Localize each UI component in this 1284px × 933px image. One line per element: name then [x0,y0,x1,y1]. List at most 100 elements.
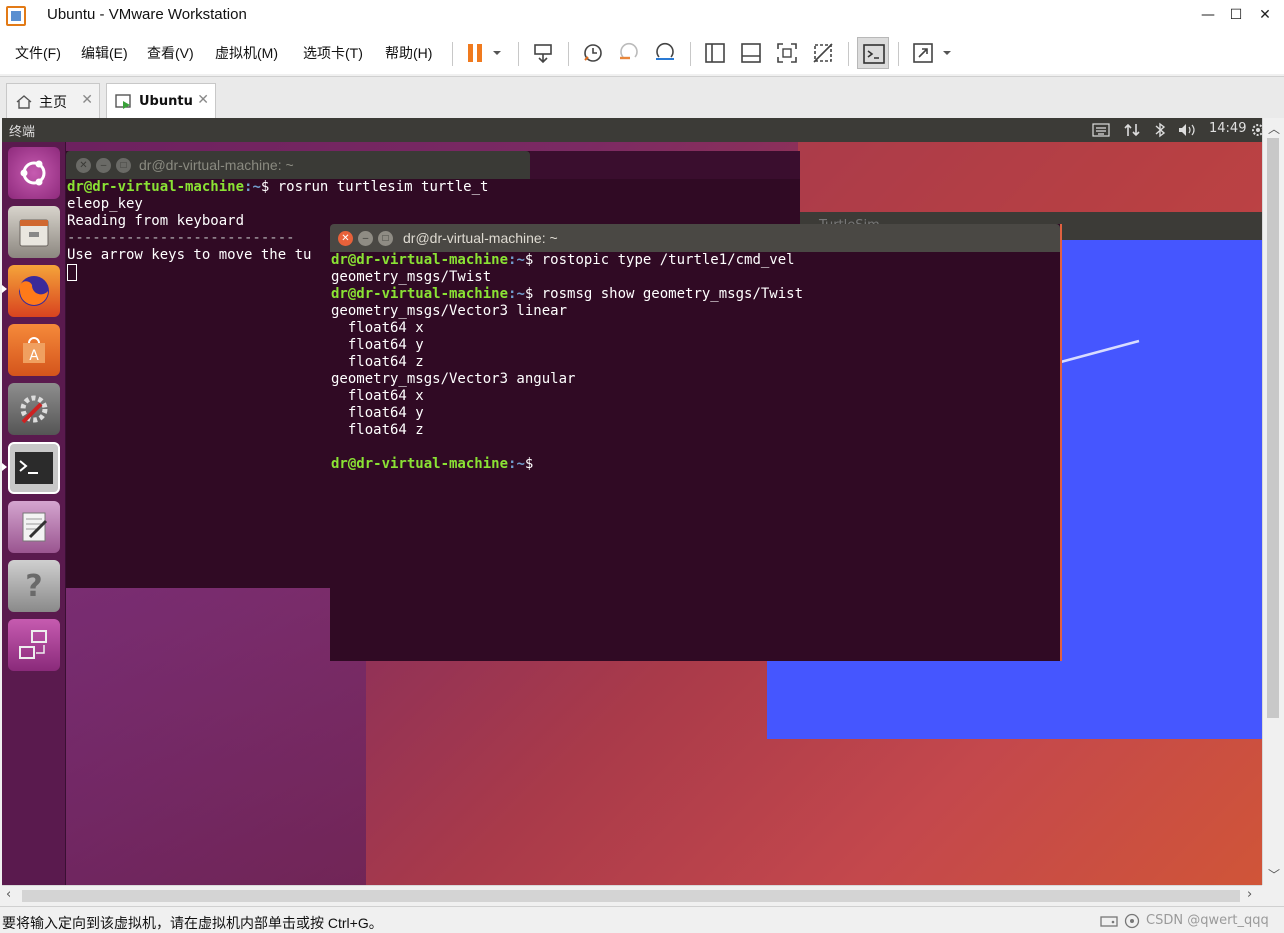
terminal-title: dr@dr-virtual-machine: ~ [403,230,558,246]
thumbnail-bar-icon[interactable] [738,40,764,66]
menu-file[interactable]: 文件(F) [15,43,61,63]
tab-home-label: 主页 [39,94,67,111]
terminal-line: geometry_msgs/Twist [331,269,492,285]
menu-view[interactable]: 查看(V) [147,43,194,63]
terminal-line: dr@dr-virtual-machine:~$ rosrun turtlesi… [67,179,489,195]
software-center-icon[interactable]: A [8,324,60,376]
snapshot-manager-icon[interactable] [652,40,678,66]
close-window-button[interactable]: ✕ [76,158,91,173]
tab-ubuntu[interactable]: Ubuntu ✕ [106,83,216,119]
terminal-line: Use arrow keys to move the tu [67,247,312,263]
menu-vm[interactable]: 虚拟机(M) [215,43,278,63]
fullscreen-icon[interactable] [774,40,800,66]
scroll-up-icon[interactable]: ︿ [1268,120,1280,137]
volume-icon[interactable] [1177,122,1197,138]
terminal-line: dr@dr-virtual-machine:~$ rosmsg show geo… [331,286,804,302]
scroll-left-icon[interactable]: ‹ [6,887,11,902]
system-settings-icon[interactable] [8,383,60,435]
running-app-indicator [2,285,7,293]
terminal-icon[interactable] [8,442,60,494]
unity-launcher: A ? [2,142,66,885]
console-view-toggle[interactable] [857,37,889,69]
network-icon[interactable] [1124,122,1140,138]
unity-mode-icon[interactable] [810,40,836,66]
maximize-window-button[interactable]: □ [116,158,131,173]
toolbar-divider [690,42,691,66]
hard-disk-icon[interactable] [1100,913,1118,929]
workspace-switcher-icon[interactable] [8,619,60,671]
terminal-line: float64 z [331,354,424,370]
help-icon[interactable]: ? [8,560,60,612]
scrollbar-thumb[interactable] [22,890,1240,902]
menu-edit[interactable]: 编辑(E) [81,43,128,63]
watermark: CSDN @qwert_qqq [1146,913,1269,928]
window-title: Ubuntu - VMware Workstation [47,6,247,23]
show-library-icon[interactable] [702,40,728,66]
terminal-window-ros[interactable]: ✕ – □ dr@dr-virtual-machine: ~ dr@dr-vir… [330,224,1062,661]
terminal-line: float64 z [331,422,424,438]
close-window-button[interactable]: ✕ [338,231,353,246]
running-app-indicator [2,463,7,471]
ubuntu-dash-icon[interactable] [8,147,60,199]
close-button[interactable]: ✕ [1251,2,1279,28]
keyboard-icon[interactable] [1092,123,1110,137]
ubuntu-top-panel: 终端 14:49 [2,118,1262,142]
terminal-cursor [67,264,77,281]
terminal-line: float64 y [331,337,424,353]
terminal-line: float64 x [331,320,424,336]
terminal-title-bar: ✕ – □ dr@dr-virtual-machine: ~ [330,224,1060,252]
terminal-output[interactable]: dr@dr-virtual-machine:~$ rostopic type /… [331,252,1059,661]
tab-ubuntu-label: Ubuntu [139,94,193,109]
home-icon [16,94,32,109]
menu-tabs[interactable]: 选项卡(T) [303,43,363,63]
menu-help[interactable]: 帮助(H) [385,43,432,63]
bluetooth-icon[interactable] [1154,122,1166,138]
cd-dvd-icon[interactable] [1124,913,1140,929]
minimize-window-button[interactable]: – [96,158,111,173]
terminal-line: float64 x [331,388,424,404]
minimize-window-button[interactable]: – [358,231,373,246]
console-icon [863,44,885,64]
firefox-icon[interactable] [8,265,60,317]
toolbar-divider [518,42,519,66]
tab-bar: 主页 ✕ Ubuntu ✕ [0,76,1284,119]
vm-icon [115,93,131,109]
stretch-dropdown-icon[interactable] [940,40,954,66]
files-icon[interactable] [8,206,60,258]
terminal-title-bar: ✕ – □ dr@dr-virtual-machine: ~ [66,151,530,179]
horizontal-scrollbar[interactable]: ‹ › [2,885,1262,905]
maximize-window-button[interactable]: □ [378,231,393,246]
scroll-down-icon[interactable]: ﹀ [1268,866,1280,883]
pause-dropdown-icon[interactable] [490,40,504,66]
terminal-line: Reading from keyboard [67,213,245,229]
scrollbar-thumb[interactable] [1267,138,1279,718]
close-tab-icon[interactable]: ✕ [197,92,209,108]
svg-text:A: A [29,348,39,364]
scroll-right-icon[interactable]: › [1247,887,1252,902]
guest-screen[interactable]: 终端 14:49 A ? ✕ – □ dr@dr-virtual-machine… [2,118,1262,885]
terminal-line: dr@dr-virtual-machine:~$ rostopic type /… [331,252,795,268]
vmware-logo-icon [6,6,26,26]
tab-home[interactable]: 主页 ✕ [6,83,100,119]
terminal-line: float64 y [331,405,424,421]
close-tab-icon[interactable]: ✕ [81,92,93,108]
vertical-scrollbar[interactable]: ︿ ﹀ [1262,118,1282,885]
text-editor-icon[interactable] [8,501,60,553]
terminal-line: eleop_key [67,196,143,212]
menu-toolbar: 文件(F) 编辑(E) 查看(V) 虚拟机(M) 选项卡(T) 帮助(H) [0,32,1284,74]
terminal-title-bar-extension [530,151,800,179]
toolbar-divider [452,42,453,66]
send-ctrl-alt-del-icon[interactable] [530,40,556,66]
stretch-guest-icon[interactable] [910,40,936,66]
revert-snapshot-icon[interactable] [616,40,642,66]
maximize-button[interactable]: ☐ [1222,2,1250,28]
minimize-button[interactable]: — [1194,2,1222,28]
toolbar-divider [568,42,569,66]
gear-icon[interactable] [1250,122,1262,138]
terminal-line: geometry_msgs/Vector3 linear [331,303,568,319]
status-bar: 要将输入定向到该虚拟机，请在虚拟机内部单击或按 Ctrl+G。 CSDN @qw… [0,906,1284,933]
clock[interactable]: 14:49 [1209,121,1246,136]
terminal-line: dr@dr-virtual-machine:~$ [331,456,542,472]
snapshot-icon[interactable] [580,40,606,66]
pause-icon[interactable] [462,40,488,66]
